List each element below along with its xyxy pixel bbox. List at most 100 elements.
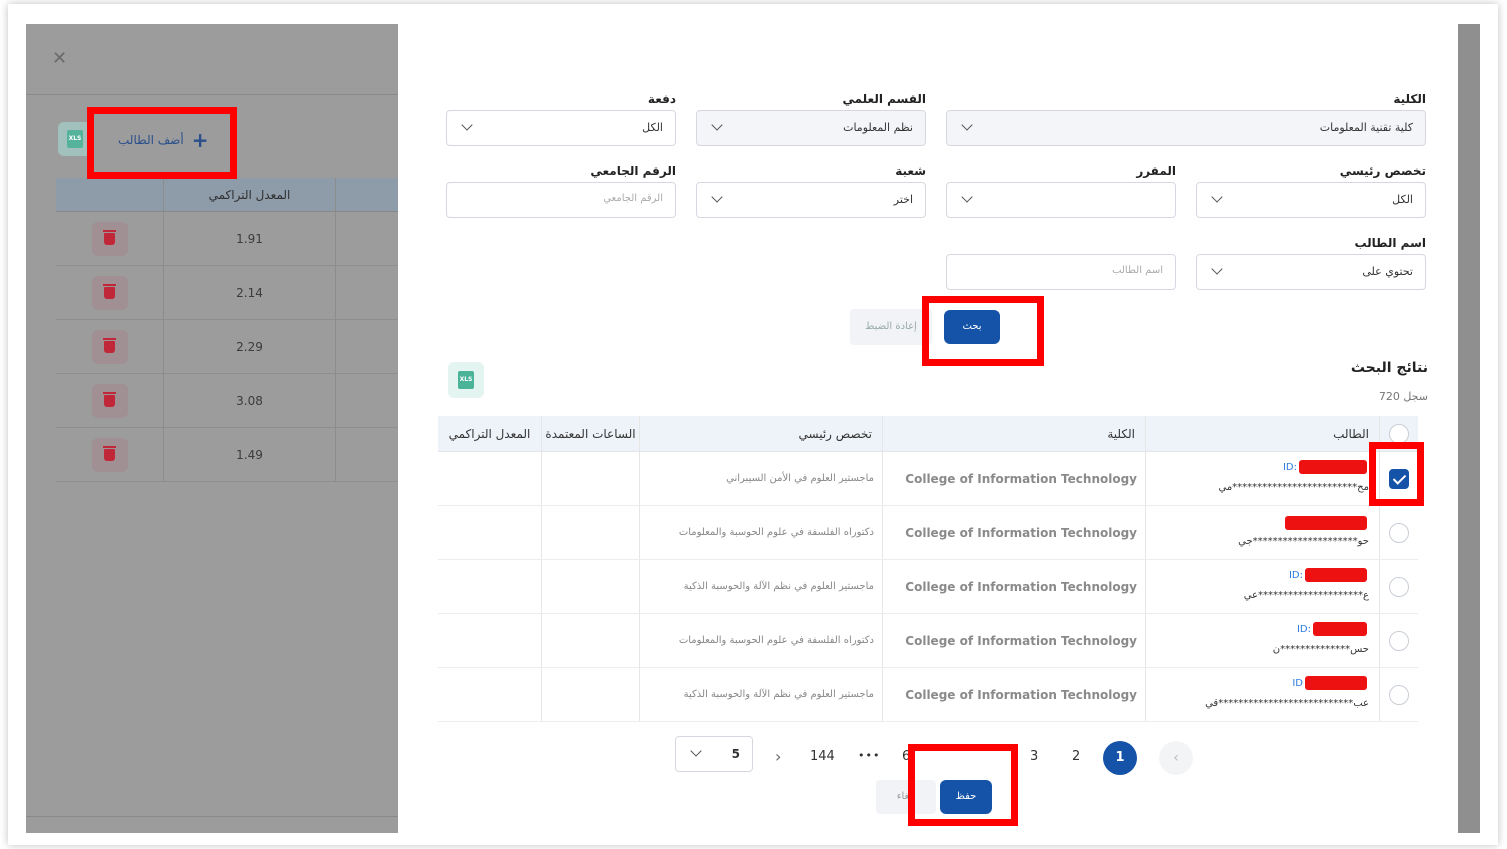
- name-operator-value: تحتوي على: [1362, 265, 1413, 278]
- chevron-down-icon: [1211, 191, 1223, 203]
- major-cell: ماجستير العلوم في الأمن السيبراني: [640, 452, 883, 505]
- major-cell: دكتوراه الفلسفة في علوم الحوسبة والمعلوم…: [640, 506, 883, 559]
- student-search-modal: الكلية كلية تقنية المعلومات القسم العلمي…: [400, 4, 1458, 845]
- department-value: نظم المعلومات: [843, 121, 913, 134]
- student-id: [1283, 516, 1367, 530]
- student-cell: حو*********************جي: [1146, 506, 1380, 559]
- page-button[interactable]: 3: [1030, 749, 1038, 764]
- major-label: تخصص رئيسي: [1339, 164, 1426, 178]
- delete-button[interactable]: [91, 221, 128, 256]
- student-id: ID:: [1297, 622, 1367, 636]
- select-all-checkbox[interactable]: [1389, 423, 1409, 444]
- chevron-down-icon: [690, 745, 702, 757]
- column-header-cgpa: المعدل التراكمي: [438, 416, 542, 451]
- table-row: 3.08: [56, 374, 398, 428]
- redaction-mark: [1313, 622, 1367, 636]
- chevron-down-icon: [711, 191, 723, 203]
- student-name: حو*********************جي: [1238, 536, 1369, 547]
- chevron-down-icon: [961, 119, 973, 131]
- page-button-current[interactable]: 1: [1103, 741, 1137, 775]
- page-button[interactable]: 2: [1072, 749, 1080, 764]
- page-size-select[interactable]: 5: [675, 736, 753, 772]
- reset-button[interactable]: إعادة الضبط: [850, 309, 932, 345]
- highlight-box-search: [922, 296, 1044, 366]
- name-operator-select[interactable]: تحتوي على: [1196, 254, 1426, 290]
- close-icon[interactable]: ✕: [52, 48, 67, 69]
- student-id: ID:: [1289, 568, 1367, 582]
- chevron-down-icon: [711, 119, 723, 131]
- row-checkbox[interactable]: [1389, 522, 1409, 543]
- course-label: المقرر: [1136, 164, 1176, 178]
- export-excel-button[interactable]: XLS: [448, 362, 484, 398]
- column-header-college: الكلية: [883, 416, 1146, 451]
- table-row: 2.29: [56, 320, 398, 374]
- college-cell: College of Information Technology: [883, 560, 1146, 613]
- page-button-last[interactable]: 144: [810, 749, 835, 764]
- course-select[interactable]: [946, 182, 1176, 218]
- major-value: الكل: [1392, 193, 1413, 206]
- student-name-placeholder: اسم الطالب: [1112, 265, 1163, 276]
- batch-label: دفعة: [647, 92, 676, 106]
- university-id-label: الرقم الجامعي: [590, 164, 676, 178]
- table-row: دكتوراه الفلسفة في علوم الحوسبة والمعلوم…: [438, 506, 1418, 560]
- university-id-field: الرقم الجامعي الرقم الجامعي: [446, 164, 676, 220]
- table-row: ماجستير العلوم في الأمن السيبراني Colleg…: [438, 452, 1418, 506]
- page-size-value: 5: [731, 747, 740, 761]
- major-cell: دكتوراه الفلسفة في علوم الحوسبة والمعلوم…: [640, 614, 883, 667]
- redaction-mark: [1299, 460, 1367, 474]
- background-page-strip: [1458, 24, 1480, 833]
- section-value: اختر: [893, 193, 913, 206]
- course-field: المقرر: [946, 164, 1176, 220]
- redaction-mark: [1305, 568, 1367, 582]
- student-id-prefix: ID:: [1282, 461, 1297, 473]
- table-row: 1.49: [56, 428, 398, 482]
- table-row: ماجستير العلوم في نظم الآلة والحوسبة الذ…: [438, 668, 1418, 722]
- chevron-down-icon: [461, 119, 473, 131]
- selected-students-table: المعدل التراكمي 1.91 2.14 2.29 3.08 1.49: [56, 178, 398, 482]
- row-checkbox[interactable]: [1389, 576, 1409, 597]
- student-name: ع*********************عي: [1243, 590, 1370, 601]
- student-id-prefix: ID: [1292, 677, 1303, 689]
- cgpa-cell: 1.91: [164, 212, 336, 265]
- next-page-button[interactable]: ›: [775, 747, 781, 766]
- college-field: الكلية كلية تقنية المعلومات: [946, 92, 1426, 148]
- section-select[interactable]: اختر: [696, 182, 926, 218]
- highlight-box-add-student: [87, 107, 237, 179]
- major-cell: ماجستير العلوم في نظم الآلة والحوسبة الذ…: [640, 668, 883, 721]
- major-field: تخصص رئيسي الكل: [1196, 164, 1426, 220]
- trash-icon: [103, 391, 116, 407]
- cgpa-cell: 1.49: [164, 428, 336, 481]
- highlight-box-save: [908, 744, 1018, 826]
- trash-icon: [103, 337, 116, 353]
- student-name-input[interactable]: اسم الطالب: [946, 254, 1176, 290]
- pagination-ellipsis[interactable]: •••: [858, 749, 880, 762]
- student-name-field: اسم الطالب: [946, 236, 1176, 292]
- delete-button[interactable]: [91, 383, 128, 418]
- row-checkbox[interactable]: [1389, 630, 1409, 651]
- cgpa-cell: 2.29: [164, 320, 336, 373]
- student-name: مح*************************مي: [1218, 482, 1369, 493]
- major-select[interactable]: الكل: [1196, 182, 1426, 218]
- college-select[interactable]: كلية تقنية المعلومات: [946, 110, 1426, 146]
- column-header-student: الطالب: [1146, 416, 1380, 451]
- department-label: القسم العلمي: [842, 92, 926, 106]
- modal-title-cropped: [800, 10, 1000, 22]
- university-id-input[interactable]: الرقم الجامعي: [446, 182, 676, 218]
- delete-button[interactable]: [91, 275, 128, 310]
- row-checkbox[interactable]: [1389, 684, 1409, 705]
- table-header: المعدل التراكمي: [56, 178, 398, 212]
- divider: [26, 816, 398, 817]
- cgpa-cell: 2.14: [164, 266, 336, 319]
- batch-select[interactable]: الكل: [446, 110, 676, 146]
- delete-button[interactable]: [91, 329, 128, 364]
- prev-page-button[interactable]: ‹: [1159, 741, 1193, 775]
- column-header-hours: الساعات المعتمدة: [542, 416, 640, 451]
- chevron-down-icon: [1211, 263, 1223, 275]
- department-select[interactable]: نظم المعلومات: [696, 110, 926, 146]
- divider: [26, 94, 398, 95]
- table-row: 2.14: [56, 266, 398, 320]
- chevron-down-icon: [961, 191, 973, 203]
- delete-button[interactable]: [91, 437, 128, 472]
- excel-icon: XLS: [67, 130, 83, 148]
- university-id-placeholder: الرقم الجامعي: [603, 193, 663, 204]
